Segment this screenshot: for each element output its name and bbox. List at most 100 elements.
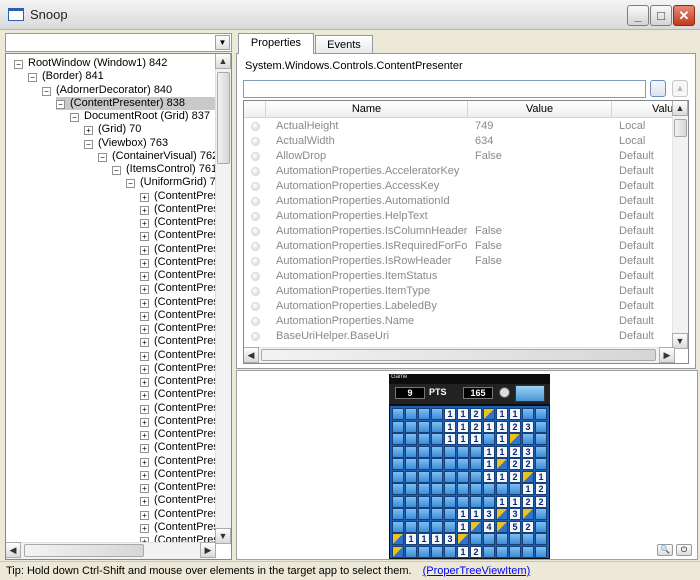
expand-icon[interactable]: + [140,245,149,255]
expand-icon[interactable]: + [140,431,149,440]
property-row[interactable]: AutomationProperties.ItemType Default [244,284,674,299]
property-row[interactable]: ActualWidth 634 Local [244,134,674,149]
tree-node[interactable]: − (Border) 841 [28,70,104,83]
tree-node[interactable]: − RootWindow (Window1) 842 [14,57,167,70]
expand-icon[interactable]: + [140,378,149,387]
property-row[interactable]: AutomationProperties.LabeledBy Default [244,299,674,314]
maximize-button[interactable]: □ [650,5,672,26]
property-row[interactable]: AutomationProperties.AutomationId Default [244,194,674,209]
scroll-down-icon[interactable]: ▼ [215,528,231,544]
scroll-thumb[interactable] [217,72,230,164]
tree-vertical-scrollbar[interactable]: ▲ ▼ [215,54,231,544]
column-header-value[interactable]: Value [468,101,612,118]
property-indicator-icon[interactable] [251,227,260,236]
property-row[interactable]: AutomationProperties.IsRowHeader False Def… [244,254,674,269]
scroll-thumb[interactable] [24,544,144,557]
expand-icon[interactable]: + [140,523,149,533]
property-indicator-icon[interactable] [251,242,260,251]
expand-icon[interactable]: + [140,219,149,228]
property-row[interactable]: AutomationProperties.IsRequiredForFo Fals… [244,239,674,254]
property-row[interactable]: AutomationProperties.Name Default [244,314,674,329]
property-row[interactable]: AutomationProperties.AccessKey Default [244,179,674,194]
property-indicator-icon[interactable] [251,182,260,191]
expand-icon[interactable]: + [140,497,149,507]
property-indicator-icon[interactable] [251,272,260,281]
minimize-button[interactable]: _ [627,5,649,26]
clear-filter-button[interactable] [650,80,666,97]
scroll-thumb[interactable] [674,119,687,137]
expand-icon[interactable]: + [140,470,149,480]
scroll-left-icon[interactable]: ◀ [244,347,259,363]
tree-node[interactable]: − (ItemsControl) 761 [112,163,217,176]
expand-icon[interactable]: + [140,364,149,374]
property-filter-input[interactable] [243,80,646,98]
root-selector-combobox[interactable]: ▼ [5,33,232,52]
expand-icon[interactable]: + [140,272,149,281]
property-row[interactable]: AutomationProperties.ItemStatus Default [244,269,674,284]
property-indicator-icon[interactable] [251,257,260,266]
expand-icon[interactable]: + [140,192,149,202]
expand-icon[interactable]: + [140,444,149,454]
collapse-icon[interactable]: − [42,86,51,96]
property-indicator-icon[interactable] [251,122,260,131]
collapse-icon[interactable]: − [98,152,107,162]
expand-icon[interactable]: + [140,232,149,242]
property-indicator-icon[interactable] [251,287,260,296]
tab-properties[interactable]: Properties [238,33,314,54]
expand-icon[interactable]: + [140,205,149,215]
power-icon[interactable]: ⏻ [676,544,692,556]
property-indicator-icon[interactable] [251,317,260,326]
chevron-down-icon[interactable]: ▼ [215,35,230,50]
property-grid[interactable]: Name Value Valu ActualHeight 749 Local Actu… [243,100,689,364]
expand-icon[interactable]: + [140,404,149,414]
scroll-right-icon[interactable]: ▶ [659,347,675,363]
property-indicator-icon[interactable] [251,152,260,161]
column-header-name[interactable]: Name [266,101,468,118]
property-grid-horizontal-scrollbar[interactable]: ◀ ▶ [244,347,675,363]
tree-node[interactable]: + (Grid) 70 [84,123,141,136]
scroll-right-icon[interactable]: ▶ [200,542,216,558]
property-row[interactable]: ActualHeight 749 Local [244,119,674,134]
status-hovered-element-link[interactable]: (ProperTreeViewItem) [423,565,531,577]
property-value[interactable]: False [475,239,617,254]
property-value[interactable]: False [475,224,617,239]
expand-icon[interactable]: + [140,325,149,334]
expand-icon[interactable]: + [140,298,149,308]
chevron-up-icon[interactable]: ▲ [672,80,688,97]
property-value[interactable]: False [475,254,617,269]
property-grid-vertical-scrollbar[interactable]: ▲ ▼ [672,101,688,349]
property-indicator-icon[interactable] [251,137,260,146]
magnifier-icon[interactable]: 🔍 [657,544,673,556]
expand-icon[interactable]: + [140,351,149,361]
scroll-left-icon[interactable]: ◀ [6,542,21,558]
tree-horizontal-scrollbar[interactable]: ◀ ▶ [6,542,216,559]
property-value[interactable]: 749 [475,119,617,134]
scroll-thumb[interactable] [261,349,656,361]
expand-icon[interactable]: + [140,391,149,401]
expand-icon[interactable]: + [140,457,149,467]
tab-events[interactable]: Events [315,35,373,53]
property-indicator-icon[interactable] [251,212,260,221]
column-header-value-source[interactable]: Valu [612,101,674,118]
expand-icon[interactable]: + [84,126,93,136]
close-button[interactable]: ✕ [673,5,695,26]
tree-node[interactable]: − (UniformGrid) 760 [126,176,228,189]
property-value[interactable]: 634 [475,134,617,149]
expand-icon[interactable]: + [140,285,149,295]
collapse-icon[interactable]: − [28,73,37,83]
expand-icon[interactable]: + [140,258,149,268]
expand-icon[interactable]: + [140,311,149,321]
property-indicator-icon[interactable] [251,302,260,311]
scroll-up-icon[interactable]: ▲ [215,54,231,69]
tree-node[interactable]: − (ContentPresenter) 838 [56,96,215,110]
tree-node[interactable]: − (ContainerVisual) 762 [98,150,218,163]
property-row[interactable]: AutomationProperties.HelpText Default [244,209,674,224]
expand-icon[interactable]: + [140,510,149,520]
visual-tree[interactable]: − RootWindow (Window1) 842− (Border) 841 −(… [5,53,232,560]
property-indicator-icon[interactable] [251,332,260,341]
collapse-icon[interactable]: − [84,139,93,149]
property-row[interactable]: AllowDrop False Default [244,149,674,164]
tree-node[interactable]: − DocumentRoot (Grid) 837 [70,110,210,123]
property-row[interactable]: BaseUriHelper.BaseUri Default [244,329,674,344]
collapse-icon[interactable]: − [14,60,23,69]
